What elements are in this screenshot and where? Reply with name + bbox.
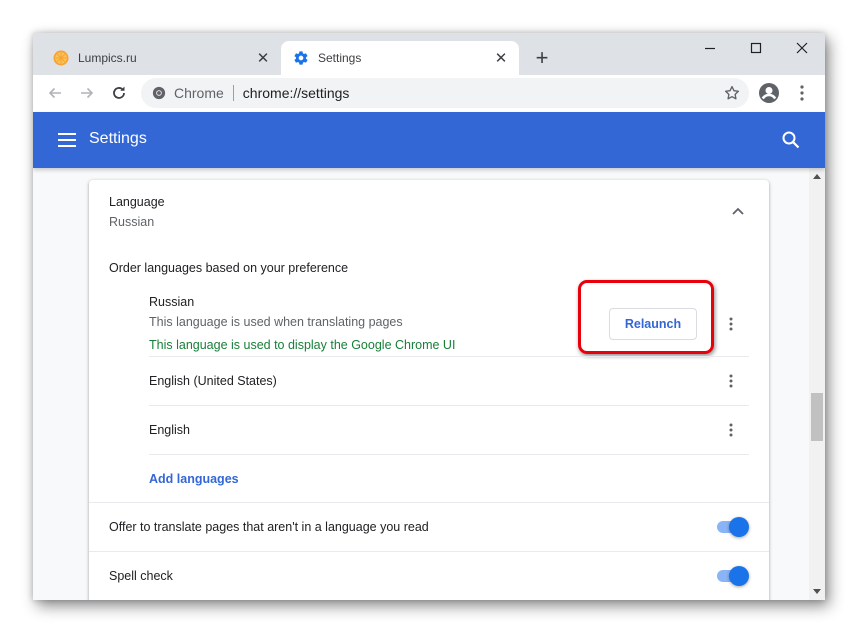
divider (89, 551, 769, 552)
chrome-logo-icon (152, 86, 166, 100)
back-button[interactable] (41, 79, 69, 107)
divider (149, 454, 749, 455)
reload-icon (113, 86, 125, 99)
search-icon[interactable] (781, 130, 801, 150)
relaunch-button[interactable]: Relaunch (609, 308, 697, 340)
language-name: English (149, 423, 190, 437)
language-name: Russian (149, 295, 195, 309)
maximize-button[interactable] (733, 33, 779, 63)
omnibox-separator (232, 85, 234, 101)
chevron-up-icon[interactable] (731, 206, 745, 216)
language-name: English (United States) (149, 374, 277, 388)
tab-title: Lumpics.ru (78, 51, 137, 65)
divider (149, 405, 749, 406)
page-scrollbar[interactable] (809, 168, 825, 600)
page-title: Settings (89, 130, 147, 147)
forward-button[interactable] (73, 79, 101, 107)
url-text[interactable]: chrome://settings (243, 85, 350, 101)
arrow-right-icon (81, 87, 94, 99)
hamburger-icon[interactable] (58, 132, 76, 148)
tab-strip: Lumpics.ru ✕ Settings ✕ + (33, 33, 825, 75)
gear-icon (293, 50, 309, 66)
close-icon (796, 42, 808, 54)
arrow-left-icon (48, 87, 61, 99)
section-current-value: Russian (109, 215, 155, 229)
close-tab-icon[interactable]: ✕ (253, 48, 273, 68)
orange-slice-favicon-icon (53, 50, 69, 66)
scrollbar-thumb[interactable] (811, 393, 823, 441)
settings-header: Settings (33, 112, 825, 168)
tab-lumpics[interactable]: Lumpics.ru ✕ (41, 41, 281, 75)
language-options-button[interactable] (723, 371, 739, 391)
language-ui-note: This language is used to display the Goo… (149, 338, 456, 352)
divider (89, 502, 769, 503)
language-options-button[interactable] (723, 314, 739, 334)
close-window-button[interactable] (779, 33, 825, 63)
maximize-icon (750, 42, 762, 54)
reload-button[interactable] (105, 79, 133, 107)
scroll-down-arrow-icon[interactable] (813, 589, 821, 594)
order-languages-label: Order languages based on your preference (109, 261, 349, 275)
offer-translate-toggle[interactable] (715, 517, 749, 537)
new-tab-button[interactable]: + (531, 45, 553, 70)
offer-translate-label: Offer to translate pages that aren't in … (109, 520, 429, 534)
section-title: Language (109, 195, 165, 209)
toggle-knob (729, 517, 749, 537)
origin-label: Chrome (174, 85, 224, 101)
settings-content: Language Russian Order languages based o… (33, 168, 809, 600)
add-languages-link[interactable]: Add languages (149, 472, 239, 486)
tab-settings[interactable]: Settings ✕ (281, 41, 519, 75)
language-options-button[interactable] (723, 420, 739, 440)
minimize-icon (705, 47, 715, 50)
more-vert-icon (729, 317, 733, 331)
more-vert-icon (729, 423, 733, 437)
browser-menu-icon[interactable] (795, 82, 809, 104)
divider (149, 356, 749, 357)
bookmark-star-icon[interactable] (723, 84, 741, 102)
browser-window: Lumpics.ru ✕ Settings ✕ + Chrome chrome:… (33, 33, 825, 600)
close-tab-icon[interactable]: ✕ (491, 48, 511, 68)
tab-title: Settings (318, 51, 362, 65)
language-card: Language Russian Order languages based o… (89, 180, 769, 600)
scroll-up-arrow-icon[interactable] (813, 174, 821, 179)
address-bar[interactable]: Chrome chrome://settings (141, 78, 749, 108)
more-vert-icon (729, 374, 733, 388)
spell-check-label: Spell check (109, 569, 173, 583)
profile-avatar-icon[interactable] (758, 82, 780, 104)
spell-check-toggle[interactable] (715, 566, 749, 586)
browser-toolbar: Chrome chrome://settings (33, 75, 825, 112)
toggle-knob (729, 566, 749, 586)
minimize-button[interactable] (687, 33, 733, 63)
language-translate-note: This language is used when translating p… (149, 315, 403, 329)
